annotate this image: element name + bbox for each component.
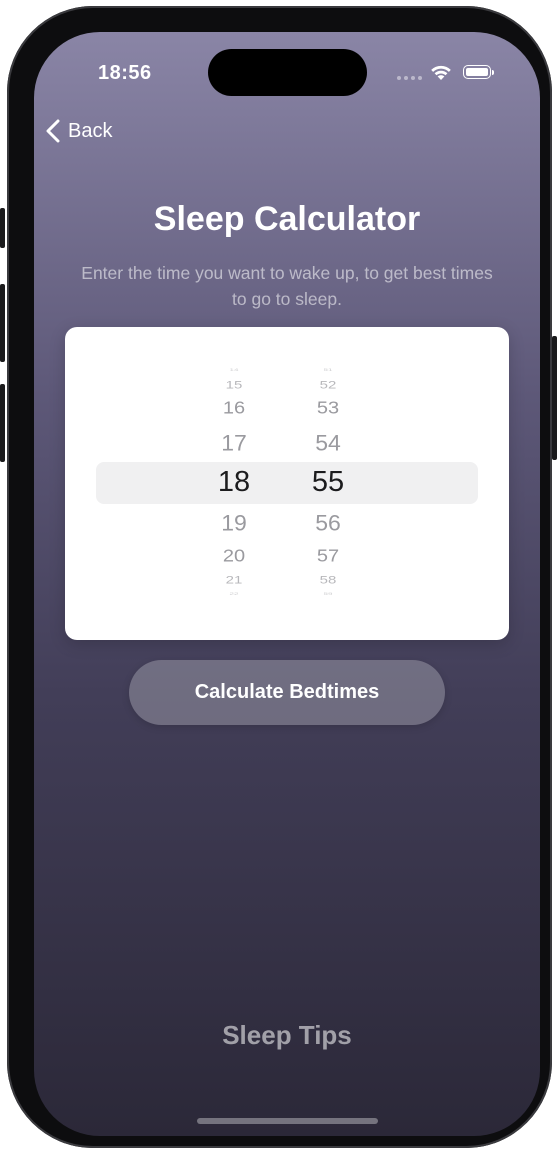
wake-time-picker[interactable]: 14 15 16 17 18 19 20 21 22 51 52 53 54 5… — [65, 327, 509, 640]
picker-selected-minute: 55 — [311, 466, 345, 498]
page-title: Sleep Calculator — [153, 200, 421, 238]
picker-value: 58 — [319, 574, 337, 587]
picker-value: 21 — [225, 574, 243, 587]
picker-value: 15 — [225, 379, 243, 392]
mute-switch — [0, 208, 5, 248]
picker-value: 22 — [229, 591, 239, 596]
hour-wheel[interactable]: 14 15 16 17 18 19 20 21 22 — [194, 327, 274, 640]
picker-value: 17 — [221, 430, 247, 456]
picker-value: 57 — [316, 546, 340, 566]
phone-frame: 18:56 Back Sleep Calculator Enter the ti… — [0, 6, 557, 1148]
minute-wheel[interactable]: 51 52 53 54 55 56 57 58 59 — [288, 327, 368, 640]
page-subtitle: Enter the time you want to wake up, to g… — [81, 263, 493, 309]
status-time: 18:56 — [98, 62, 152, 84]
picker-selected-hour: 18 — [217, 466, 251, 498]
picker-value: 56 — [315, 510, 341, 536]
home-indicator[interactable] — [197, 1118, 378, 1124]
picker-value: 14 — [229, 367, 239, 372]
picker-value: 53 — [316, 398, 340, 418]
back-label: Back — [68, 119, 113, 142]
picker-value: 20 — [222, 546, 246, 566]
picker-value: 59 — [323, 591, 333, 596]
volume-up-button — [0, 284, 5, 362]
signal-icon — [397, 76, 422, 80]
picker-value: 52 — [319, 379, 337, 392]
wifi-icon — [431, 65, 451, 80]
battery-icon — [463, 65, 494, 79]
power-button — [552, 336, 557, 460]
dynamic-island — [208, 49, 367, 96]
sleep-tips-button[interactable]: Sleep Tips — [34, 1020, 540, 1051]
screen: 18:56 Back Sleep Calculator Enter the ti… — [34, 32, 540, 1136]
chevron-left-icon — [46, 119, 60, 143]
back-button[interactable]: Back — [46, 119, 112, 143]
picker-value: 51 — [323, 367, 333, 372]
picker-value: 16 — [222, 398, 246, 418]
calculate-bedtimes-button[interactable]: Calculate Bedtimes — [129, 660, 445, 725]
picker-value: 54 — [315, 430, 341, 456]
picker-value: 19 — [221, 510, 247, 536]
volume-down-button — [0, 384, 5, 462]
picker-selection-highlight — [96, 462, 478, 504]
